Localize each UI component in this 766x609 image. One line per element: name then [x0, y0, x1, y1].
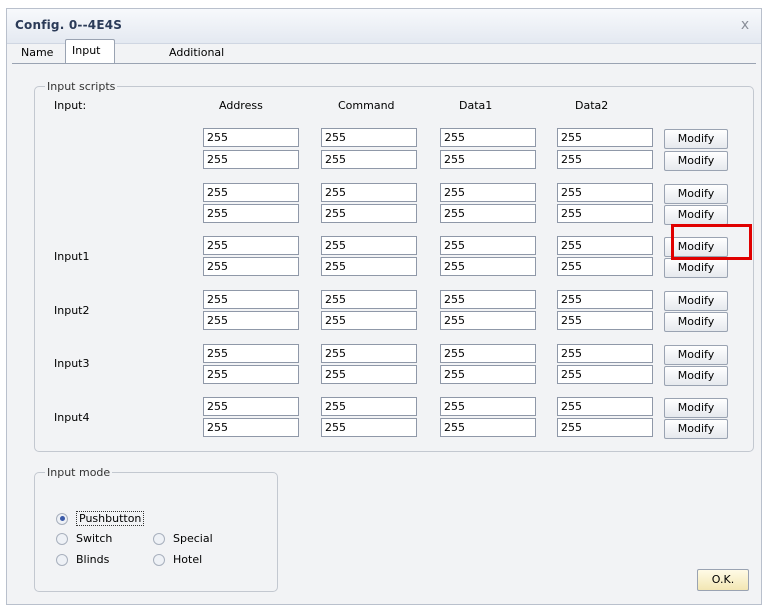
script-field-data2[interactable]: 255: [557, 397, 653, 416]
script-field-command[interactable]: 255: [321, 183, 417, 202]
row-label-input2: Input2: [54, 304, 90, 317]
input-scripts-legend: Input scripts: [45, 80, 118, 93]
script-field-address[interactable]: 255: [203, 183, 299, 202]
script-field-command[interactable]: 255: [321, 290, 417, 309]
modify-button[interactable]: Modify: [664, 398, 728, 418]
script-field-address[interactable]: 255: [203, 344, 299, 363]
script-field-data1[interactable]: 255: [440, 344, 536, 363]
column-header-data2: Data2: [575, 99, 609, 112]
radio-blinds-label: Blinds: [76, 553, 110, 566]
close-icon[interactable]: x: [735, 15, 755, 35]
script-field-data2[interactable]: 255: [557, 183, 653, 202]
script-field-data2[interactable]: 255: [557, 204, 653, 223]
radio-switch[interactable]: Switch: [56, 532, 112, 545]
column-header-command: Command: [338, 99, 395, 112]
modify-button[interactable]: Modify: [664, 366, 728, 386]
script-field-data1[interactable]: 255: [440, 418, 536, 437]
script-field-address[interactable]: 255: [203, 418, 299, 437]
radio-unchecked-icon: [56, 532, 68, 545]
window-title: Config. 0--4E4S: [15, 18, 123, 32]
radio-switch-label: Switch: [76, 532, 113, 545]
ok-button[interactable]: O.K.: [697, 569, 749, 591]
script-field-data1[interactable]: 255: [440, 365, 536, 384]
script-field-command[interactable]: 255: [321, 150, 417, 169]
column-header-data1: Data1: [459, 99, 493, 112]
radio-pushbutton[interactable]: Pushbutton: [56, 511, 145, 526]
script-field-data1[interactable]: 255: [440, 128, 536, 147]
script-field-command[interactable]: 255: [321, 397, 417, 416]
script-field-data1[interactable]: 255: [440, 150, 536, 169]
script-field-address[interactable]: 255: [203, 150, 299, 169]
radio-special[interactable]: Special: [153, 532, 213, 545]
script-field-data2[interactable]: 255: [557, 290, 653, 309]
script-field-address[interactable]: 255: [203, 311, 299, 330]
script-field-data2[interactable]: 255: [557, 344, 653, 363]
radio-checked-icon: [56, 512, 68, 525]
script-field-data1[interactable]: 255: [440, 183, 536, 202]
radio-hotel[interactable]: Hotel: [153, 553, 202, 566]
input-header: Input:: [54, 99, 87, 112]
script-field-command[interactable]: 255: [321, 257, 417, 276]
script-field-data2[interactable]: 255: [557, 257, 653, 276]
script-field-address[interactable]: 255: [203, 128, 299, 147]
script-field-data2[interactable]: 255: [557, 365, 653, 384]
script-field-command[interactable]: 255: [321, 128, 417, 147]
script-field-data2[interactable]: 255: [557, 236, 653, 255]
script-field-address[interactable]: 255: [203, 257, 299, 276]
script-field-data2[interactable]: 255: [557, 311, 653, 330]
radio-unchecked-icon: [153, 532, 165, 545]
script-field-data1[interactable]: 255: [440, 236, 536, 255]
modify-button[interactable]: Modify: [664, 419, 728, 439]
modify-button[interactable]: Modify: [664, 237, 728, 257]
script-field-data1[interactable]: 255: [440, 397, 536, 416]
script-field-address[interactable]: 255: [203, 397, 299, 416]
column-header-address: Address: [219, 99, 263, 112]
modify-button[interactable]: Modify: [664, 184, 728, 204]
modify-button[interactable]: Modify: [664, 258, 728, 278]
radio-unchecked-icon: [153, 553, 165, 566]
script-field-data1[interactable]: 255: [440, 311, 536, 330]
row-label-input4: Input4: [54, 411, 90, 424]
radio-special-label: Special: [173, 532, 213, 545]
modify-button[interactable]: Modify: [664, 205, 728, 225]
modify-button[interactable]: Modify: [664, 312, 728, 332]
modify-button[interactable]: Modify: [664, 291, 728, 311]
row-label-input1: Input1: [54, 250, 90, 263]
script-field-command[interactable]: 255: [321, 344, 417, 363]
script-field-address[interactable]: 255: [203, 365, 299, 384]
script-field-address[interactable]: 255: [203, 290, 299, 309]
script-field-command[interactable]: 255: [321, 311, 417, 330]
script-field-data1[interactable]: 255: [440, 204, 536, 223]
modify-button[interactable]: Modify: [664, 151, 728, 171]
script-field-command[interactable]: 255: [321, 365, 417, 384]
radio-hotel-label: Hotel: [173, 553, 203, 566]
title-bar: Config. 0--4E4S x: [7, 9, 761, 44]
tab-additional-params[interactable]: Additional params.: [162, 41, 231, 80]
script-field-data2[interactable]: 255: [557, 418, 653, 437]
script-field-data1[interactable]: 255: [440, 257, 536, 276]
script-field-address[interactable]: 255: [203, 204, 299, 223]
script-field-address[interactable]: 255: [203, 236, 299, 255]
tab-input-scripts[interactable]: Input scripts: [65, 39, 116, 78]
script-field-command[interactable]: 255: [321, 418, 417, 437]
radio-pushbutton-label: Pushbutton: [76, 511, 145, 526]
script-field-data2[interactable]: 255: [557, 128, 653, 147]
row-label-input3: Input3: [54, 357, 90, 370]
script-field-command[interactable]: 255: [321, 236, 417, 255]
script-field-data1[interactable]: 255: [440, 290, 536, 309]
radio-unchecked-icon: [56, 553, 68, 566]
script-field-data2[interactable]: 255: [557, 150, 653, 169]
input-mode-legend: Input mode: [45, 466, 113, 479]
modify-button[interactable]: Modify: [664, 129, 728, 149]
tab-name[interactable]: Name: [14, 41, 60, 62]
script-field-command[interactable]: 255: [321, 204, 417, 223]
radio-blinds[interactable]: Blinds: [56, 553, 109, 566]
modify-button[interactable]: Modify: [664, 345, 728, 365]
